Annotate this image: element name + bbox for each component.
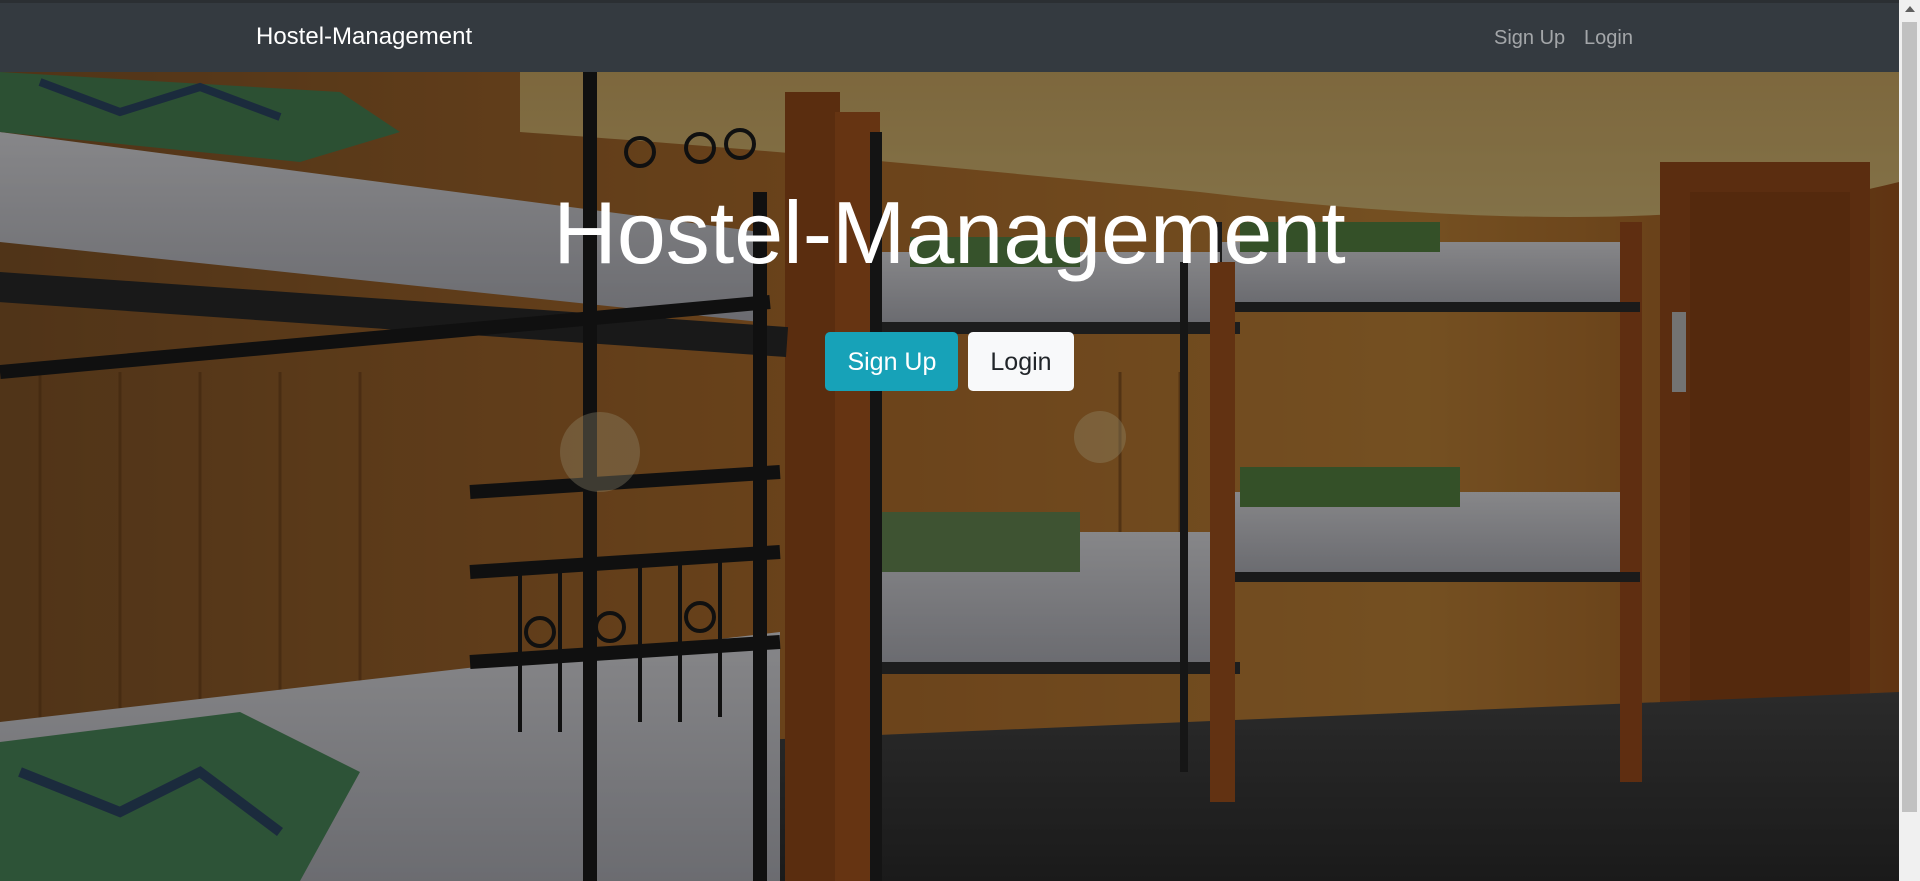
hero-section: Hostel-Management Sign Up Login bbox=[0, 72, 1899, 881]
hero-actions: Sign Up Login bbox=[0, 332, 1899, 391]
hero-title: Hostel-Management bbox=[553, 183, 1346, 282]
nav-signup-link[interactable]: Sign Up bbox=[1494, 27, 1565, 50]
scrollbar-thumb[interactable] bbox=[1902, 22, 1917, 812]
top-navbar: Hostel-Management Sign Up Login bbox=[0, 0, 1899, 72]
navbar-brand[interactable]: Hostel-Management bbox=[256, 23, 472, 51]
login-button[interactable]: Login bbox=[968, 332, 1074, 391]
signup-button[interactable]: Sign Up bbox=[825, 332, 959, 391]
page: Hostel-Management Sign Up Login Hostel-M… bbox=[0, 0, 1920, 881]
chevron-up-icon[interactable] bbox=[1905, 6, 1915, 12]
vertical-scrollbar[interactable] bbox=[1899, 0, 1920, 881]
nav-login-link[interactable]: Login bbox=[1584, 27, 1633, 50]
